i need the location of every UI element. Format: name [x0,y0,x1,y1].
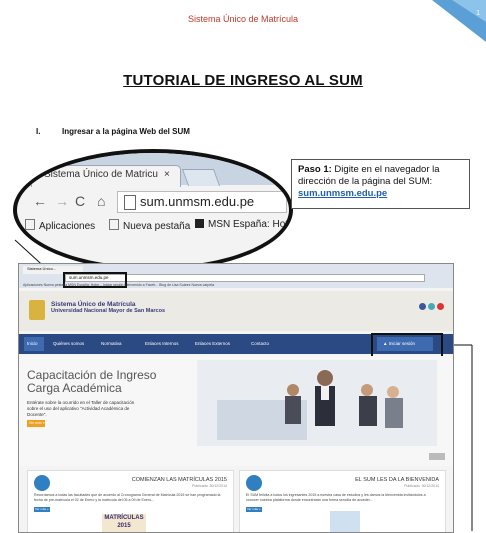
new-tab-button[interactable] [181,169,221,186]
bookmark-new-tab[interactable]: Nueva pestaña [109,219,190,232]
address-bar-url: sum.unmsm.edu.pe [140,194,255,209]
nav-home: Inicio [24,337,44,351]
card-date: Publicado: 30/12/2014 [404,484,439,488]
nav-quienes-somos: Quiénes somos [53,341,85,346]
news-card: EL SUM LES DA LA BIENVENIDA Publicado: 3… [239,470,446,532]
step-link[interactable]: sum.unmsm.edu.pe [298,188,387,199]
carousel-controls [429,453,445,460]
hero-text: Entérate sobre la ocurrido en el Taller … [27,400,135,417]
bookmark-msn[interactable]: MSN España: Hotm [195,219,289,230]
university-logo [29,300,45,320]
hero-title: Capacitación de Ingreso Carga Académica [27,368,157,395]
presentation-illustration [197,360,437,446]
chat-bubble-icon [34,475,50,491]
msn-icon [195,219,204,228]
news-card: COMIENZAN LAS MATRÍCULAS 2015 Publicado:… [27,470,234,532]
card-text: Recordamos a todas las facultades que de… [34,493,221,502]
nav-normativa: Normativa [101,341,122,346]
nav-contacto: Contacto [251,341,270,346]
apps-icon [25,219,35,230]
browser-tab-title: Sistema Único de Matricu [44,169,158,180]
twitter-icon [428,303,435,310]
card-more-button: Ver más » [34,507,50,512]
card-date: Publicado: 30/12/2014 [192,484,227,488]
forward-arrow-icon[interactable]: → [55,193,69,209]
reload-icon[interactable]: C [75,193,85,209]
step-label: Paso 1: [298,164,332,175]
card-title: EL SUM LES DA LA BIENVENIDA [355,477,439,483]
back-arrow-icon[interactable]: ← [33,193,47,209]
home-icon[interactable]: ⌂ [97,193,105,209]
close-icon[interactable]: × [164,169,170,180]
page-icon [124,195,136,210]
bookmark-apps[interactable]: Aplicaciones [25,219,95,232]
chat-bubble-icon [246,475,262,491]
facebook-icon [419,303,426,310]
site-name: Sistema Único de Matrícula [51,301,136,308]
nav-enlaces-internos: Enlaces Internos [145,341,179,346]
card-image [330,511,360,532]
address-bar[interactable]: sum.unmsm.edu.pe [117,191,287,213]
page-icon [109,219,119,230]
hero-more-button: Ver más » [27,420,45,427]
zoomed-browser-callout: Sistema Único de Matricu × ← → C ⌂ sum.u… [13,149,293,271]
youtube-icon [437,303,444,310]
hero-photo [197,360,437,446]
card-title: COMIENZAN LAS MATRÍCULAS 2015 [131,477,227,483]
browser-tab[interactable]: Sistema Único de Matricu × [31,165,181,187]
card-image: MATRÍCULAS 2015 [102,514,146,532]
nav-enlaces-externos: Enlaces Externos [195,341,231,346]
card-more-button: Ver más » [246,507,262,512]
card-text: El SUM felicita a todos los ingresantes … [246,493,426,502]
website-screenshot: Sistema Único... sum.unmsm.edu.pe Aplica… [18,263,454,533]
screenshot-bookmarks-bar: Aplicaciones Nueva pestaña MSN España: H… [23,283,215,287]
step-1-callout: Paso 1: Digite en el navegador la direcc… [291,159,470,209]
site-university: Universidad Nacional Mayor de San Marcos [51,308,166,314]
